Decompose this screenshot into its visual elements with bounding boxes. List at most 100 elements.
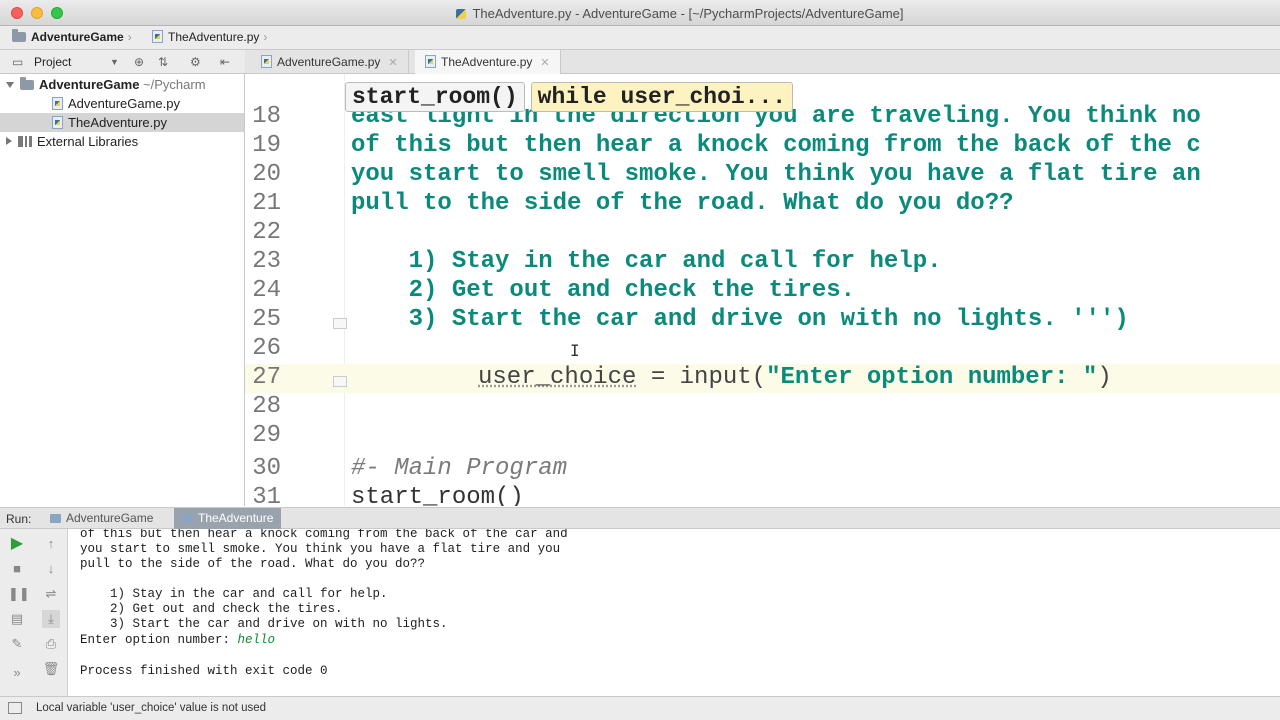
line-number: 23 bbox=[252, 248, 281, 275]
run-console-output[interactable]: of this but then hear a knock coming fro… bbox=[68, 529, 1280, 696]
library-icon bbox=[18, 136, 32, 147]
folder-icon bbox=[12, 29, 26, 42]
tree-external-label: External Libraries bbox=[37, 134, 139, 149]
project-panel-header: ▭ Project ▼ ⊕ ⇅ ⚙ ⇤ bbox=[0, 50, 245, 74]
tree-item-file[interactable]: AdventureGame.py bbox=[0, 94, 244, 113]
scroll-to-end-icon[interactable]: ⤓ bbox=[42, 610, 60, 628]
expand-icon[interactable]: » bbox=[8, 664, 26, 682]
console-line: you start to smell smoke. You think you … bbox=[80, 542, 561, 556]
code-text: 2) Get out and check the tires. bbox=[351, 277, 856, 304]
console-line: of this but then hear a knock coming fro… bbox=[80, 529, 568, 541]
line-number: 26 bbox=[252, 335, 281, 362]
code-variable: user_choice bbox=[478, 364, 637, 391]
python-file-icon bbox=[261, 55, 272, 68]
line-number: 28 bbox=[252, 393, 281, 420]
code-line: 24 2) Get out and check the tires. bbox=[245, 277, 1280, 306]
python-file-icon bbox=[52, 97, 63, 110]
python-file-icon bbox=[425, 55, 436, 68]
chevron-right-icon[interactable] bbox=[6, 137, 12, 145]
tool-windows-icon[interactable] bbox=[8, 702, 22, 714]
down-arrow-icon[interactable]: ↓ bbox=[42, 560, 60, 578]
code-string: "Enter option number: " bbox=[766, 364, 1098, 391]
tree-root-path: ~/Pycharm bbox=[143, 77, 206, 92]
code-line: 31 start_room() bbox=[245, 484, 1280, 506]
project-view-icon: ▭ bbox=[12, 55, 24, 69]
line-number: 20 bbox=[252, 161, 281, 188]
chevron-down-icon[interactable] bbox=[6, 82, 14, 88]
code-line: 21 pull to the side of the road. What do … bbox=[245, 190, 1280, 219]
fold-marker-icon[interactable] bbox=[333, 376, 347, 387]
tree-root-label: AdventureGame bbox=[39, 77, 140, 92]
tree-item-external-libraries[interactable]: External Libraries bbox=[0, 132, 244, 151]
line-number: 18 bbox=[252, 103, 281, 130]
breadcrumb-project-label: AdventureGame bbox=[31, 30, 124, 44]
breadcrumb-file[interactable]: TheAdventure.py › bbox=[152, 30, 271, 44]
tab-theadventure[interactable]: TheAdventure.py ✕ bbox=[415, 50, 561, 74]
code-line: 23 1) Stay in the car and call for help. bbox=[245, 248, 1280, 277]
python-file-icon bbox=[52, 116, 63, 129]
code-line: 28 bbox=[245, 393, 1280, 422]
line-number: 21 bbox=[252, 190, 281, 217]
console-input-line: Enter option number: hello bbox=[80, 633, 275, 648]
rerun-icon[interactable]: ▶ bbox=[8, 535, 26, 553]
up-arrow-icon[interactable]: ↑ bbox=[42, 535, 60, 553]
close-icon[interactable]: ✕ bbox=[540, 57, 549, 69]
settings-icon[interactable]: ✎ bbox=[8, 635, 26, 653]
window-title: TheAdventure.py - AdventureGame - [~/Pyc… bbox=[0, 6, 1280, 21]
code-text: 1) Stay in the car and call for help. bbox=[351, 248, 942, 275]
run-tab-label: AdventureGame bbox=[66, 511, 154, 525]
code-line: 25 3) Start the car and drive on with no… bbox=[245, 306, 1280, 335]
navigation-bar: AdventureGame › TheAdventure.py › bbox=[0, 26, 1280, 50]
folder-icon bbox=[20, 77, 34, 90]
run-tab-theadventure[interactable]: TheAdventure bbox=[174, 508, 282, 529]
window-title-text: TheAdventure.py - AdventureGame - [~/Pyc… bbox=[472, 6, 904, 21]
collapse-all-icon[interactable]: ⇅ bbox=[158, 55, 168, 69]
fold-marker-icon[interactable] bbox=[333, 318, 347, 329]
pause-icon[interactable]: ❚❚ bbox=[8, 585, 30, 603]
tab-label: TheAdventure.py bbox=[441, 55, 533, 69]
tree-item-root[interactable]: AdventureGame ~/Pycharm bbox=[0, 75, 244, 94]
run-panel-label: Run: bbox=[6, 512, 32, 526]
close-icon[interactable]: ✕ bbox=[388, 57, 397, 69]
tab-label: AdventureGame.py bbox=[277, 55, 381, 69]
tree-item-file-selected[interactable]: TheAdventure.py bbox=[0, 113, 244, 132]
breadcrumb-project[interactable]: AdventureGame › bbox=[12, 29, 136, 44]
run-tab-label: TheAdventure bbox=[198, 511, 274, 525]
tree-file-label: TheAdventure.py bbox=[68, 115, 168, 130]
editor-tab-bar: AdventureGame.py ✕ TheAdventure.py ✕ bbox=[245, 50, 1280, 74]
run-tab-adventuregame[interactable]: AdventureGame bbox=[42, 508, 161, 529]
console-line: 3) Start the car and drive on with no li… bbox=[80, 617, 448, 631]
code-text: = input( bbox=[636, 364, 767, 391]
soft-wrap-icon[interactable]: ⇌ bbox=[42, 585, 60, 603]
chevron-down-icon[interactable]: ▼ bbox=[110, 57, 119, 67]
gear-icon[interactable]: ⚙ bbox=[190, 55, 201, 69]
status-message: Local variable 'user_choice' value is no… bbox=[36, 702, 267, 714]
line-number: 22 bbox=[252, 219, 281, 246]
breadcrumb-file-label: TheAdventure.py bbox=[168, 30, 260, 44]
line-number: 25 bbox=[252, 306, 281, 333]
status-bar: Local variable 'user_choice' value is no… bbox=[0, 696, 1280, 720]
code-text: you start to smell smoke. You think you … bbox=[351, 161, 1201, 188]
tab-adventuregame[interactable]: AdventureGame.py ✕ bbox=[251, 50, 409, 74]
code-editor[interactable]: 18 east light in the direction you are tr… bbox=[245, 74, 1280, 506]
code-line: 30 #- Main Program bbox=[245, 455, 1280, 484]
layout-icon[interactable]: ▤ bbox=[8, 610, 26, 628]
scroll-from-source-icon[interactable]: ⊕ bbox=[134, 55, 144, 69]
code-line: 26 bbox=[245, 335, 1280, 364]
run-toolbar: ▶ ■ ❚❚ ▤ ✎ » ↑ ↓ ⇌ ⤓ ⎙ 🗑 bbox=[0, 529, 68, 696]
line-number: 29 bbox=[252, 422, 281, 449]
code-line: 29 bbox=[245, 422, 1280, 451]
code-line: 20 you start to smell smoke. You think yo… bbox=[245, 161, 1280, 190]
python-file-icon bbox=[456, 9, 467, 19]
console-exit-line: Process finished with exit code 0 bbox=[80, 664, 328, 678]
breadcrumb-function[interactable]: start_room() bbox=[345, 82, 525, 112]
code-text: of this but then hear a knock coming fro… bbox=[351, 132, 1201, 159]
console-prompt: Enter option number: bbox=[80, 633, 238, 647]
console-line: pull to the side of the road. What do yo… bbox=[80, 557, 426, 571]
project-view-selector[interactable]: Project bbox=[34, 55, 71, 69]
breadcrumb-while-loop[interactable]: while user_choi... bbox=[530, 82, 794, 112]
stop-icon[interactable]: ■ bbox=[8, 560, 26, 578]
trash-icon[interactable]: 🗑 bbox=[42, 660, 60, 678]
hide-panel-icon[interactable]: ⇤ bbox=[220, 55, 230, 69]
print-icon[interactable]: ⎙ bbox=[42, 635, 60, 653]
